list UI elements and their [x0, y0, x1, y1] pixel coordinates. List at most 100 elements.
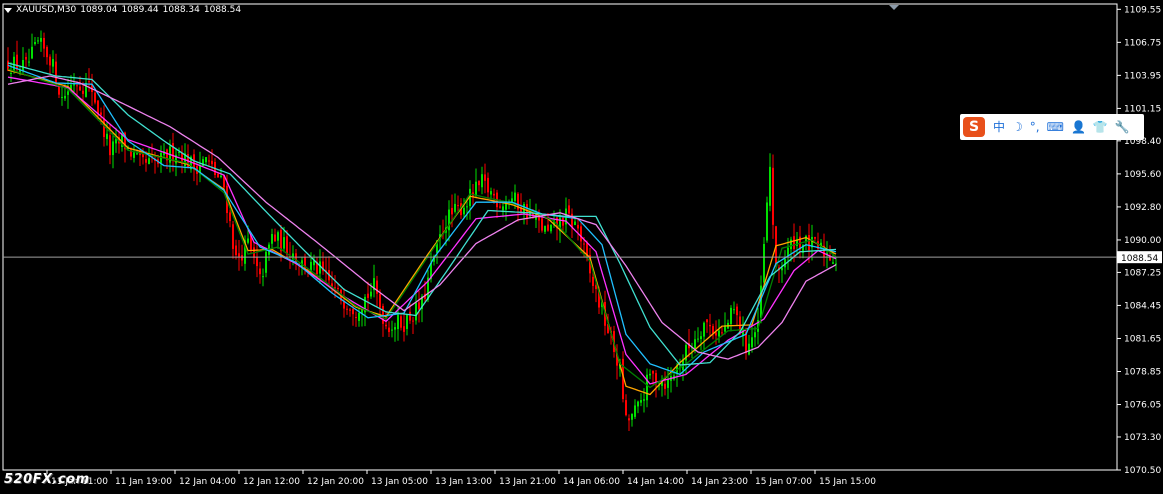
candle-body [766, 202, 768, 241]
x-tick-label: 14 Jan 23:00 [691, 477, 748, 487]
candle-body [664, 383, 666, 389]
candle-body [61, 96, 63, 98]
candle-body [577, 224, 579, 229]
candle-body [514, 192, 516, 201]
candle-body [466, 206, 468, 208]
candle-body [238, 253, 240, 257]
candle-body [592, 276, 594, 286]
candle-body [634, 405, 636, 417]
x-tick-label: 13 Jan 13:00 [435, 477, 492, 487]
candle-body [418, 302, 420, 310]
candle-body [484, 174, 486, 181]
candle-body [283, 237, 285, 249]
y-tick-label: 1106.75 [1124, 38, 1161, 48]
candle-body [40, 37, 42, 42]
candle-body [415, 302, 417, 321]
candle-body [34, 42, 36, 45]
candle-body [562, 217, 564, 226]
candle-body [43, 37, 45, 49]
candle-body [406, 314, 408, 329]
candle-body [109, 135, 111, 156]
candle-body [67, 91, 69, 95]
y-tick-label: 1092.80 [1124, 203, 1161, 213]
skin-icon[interactable]: 👕 [1093, 117, 1108, 137]
candle-body [349, 309, 351, 311]
ime-chinese-mode[interactable]: 中 [993, 117, 1005, 137]
y-tick-label: 1109.55 [1124, 5, 1161, 15]
candle-body [625, 400, 627, 416]
candle-body [706, 319, 708, 323]
candle-body [463, 207, 465, 215]
candle-body [736, 306, 738, 316]
candle-body [715, 332, 717, 336]
candle-body [217, 173, 219, 178]
moon-icon[interactable]: ☽ [1012, 117, 1023, 137]
candle-body [262, 276, 264, 278]
candle-body [247, 238, 249, 243]
candle-body [643, 399, 645, 401]
candle-body [94, 92, 96, 103]
price-high: 1089.44 [121, 5, 159, 15]
wrench-icon[interactable]: 🔧 [1115, 117, 1130, 137]
candle-body [580, 226, 582, 242]
candle-body [397, 314, 399, 330]
dropdown-triangle-icon[interactable] [4, 7, 12, 13]
candle-body [379, 293, 381, 308]
price-close: 1088.54 [203, 5, 242, 15]
candle-body [541, 218, 543, 231]
candle-body [451, 207, 453, 215]
candle-body [100, 112, 102, 115]
candle-body [697, 338, 699, 340]
symbol-name: XAUUSD,M30 [16, 5, 77, 15]
candle-body [814, 237, 816, 239]
price-open: 1089.04 [80, 5, 118, 15]
candle-body [274, 234, 276, 242]
candle-body [256, 257, 258, 267]
candle-body [454, 203, 456, 212]
keyboard-icon[interactable]: ⌨ [1047, 117, 1064, 137]
symbol-header[interactable]: XAUUSD,M30 1089.04 1089.44 1088.34 1088.… [4, 3, 245, 17]
x-tick-label: 12 Jan 12:00 [243, 477, 300, 487]
price-low: 1088.34 [162, 5, 200, 15]
candle-body [352, 308, 354, 315]
candle-body [337, 287, 339, 289]
candle-body [640, 400, 642, 403]
punctuation-icon[interactable]: °, [1030, 117, 1040, 137]
y-tick-label: 1078.85 [1124, 367, 1161, 377]
candle-body [79, 86, 81, 91]
candle-body [55, 61, 57, 86]
y-tick-label: 1101.15 [1124, 104, 1161, 114]
candle-body [763, 244, 765, 283]
candle-body [547, 224, 549, 231]
candle-body [343, 301, 345, 309]
x-tick-label: 14 Jan 14:00 [627, 477, 684, 487]
y-tick-label: 1073.30 [1124, 433, 1161, 443]
candle-body [58, 85, 60, 95]
ime-logo[interactable]: S [963, 117, 985, 137]
candle-body [370, 291, 372, 297]
candle-body [700, 336, 702, 340]
candle-body [265, 251, 267, 273]
ime-toolbar[interactable]: S 中 ☽ °, ⌨ 👤 👕 🔧 [960, 114, 1144, 140]
candle-body [31, 46, 33, 59]
candle-body [832, 262, 834, 264]
y-tick-label: 1070.50 [1124, 466, 1161, 476]
candle-body [235, 245, 237, 256]
bid-price-label: 1088.54 [1121, 254, 1158, 264]
candle-body [25, 56, 27, 60]
candle-body [649, 373, 651, 376]
x-tick-label: 12 Jan 20:00 [307, 477, 364, 487]
candle-body [568, 205, 570, 214]
candle-body [142, 154, 144, 158]
x-tick-label: 15 Jan 15:00 [819, 477, 876, 487]
candle-body [376, 280, 378, 294]
candle-body [475, 181, 477, 197]
candle-body [628, 418, 630, 421]
user-icon[interactable]: 👤 [1071, 117, 1086, 137]
candle-body [730, 307, 732, 325]
y-tick-label: 1103.95 [1124, 71, 1161, 81]
candle-body [106, 133, 108, 140]
candle-body [490, 191, 492, 195]
candle-body [28, 61, 30, 63]
candle-body [82, 90, 84, 94]
